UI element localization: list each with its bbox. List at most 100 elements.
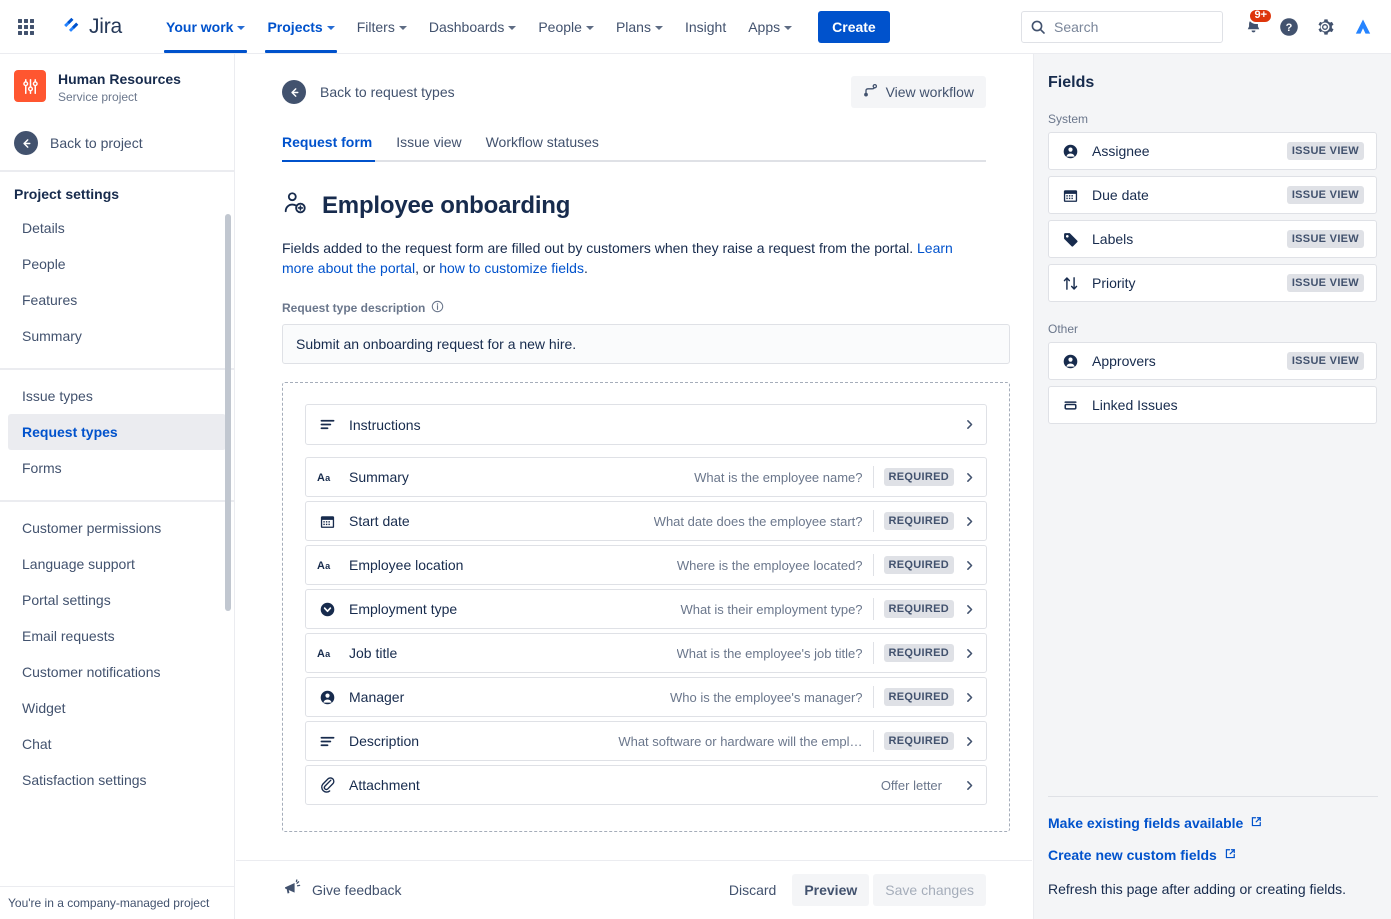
search-input[interactable] (1052, 12, 1222, 42)
discard-button[interactable]: Discard (717, 874, 788, 906)
paragraph-icon (317, 416, 337, 433)
chevron-right-icon[interactable] (962, 691, 976, 704)
megaphone-icon (282, 879, 302, 902)
sidebar-scrollbar[interactable] (225, 214, 231, 611)
chevron-right-icon[interactable] (962, 418, 976, 431)
chevron-right-icon[interactable] (962, 647, 976, 660)
form-field-name: Summary (349, 469, 409, 485)
sidebar-item-customer-notifications[interactable]: Customer notifications (8, 654, 226, 690)
settings-gear-button[interactable] (1309, 11, 1341, 43)
svg-text:a: a (325, 561, 331, 571)
form-field-description: Offer letter (881, 778, 952, 793)
field-item-labels[interactable]: Labels ISSUE VIEW (1048, 220, 1377, 258)
form-field-row-employee-location[interactable]: Aa Employee location Where is the employ… (305, 545, 987, 585)
sidebar-item-email-requests[interactable]: Email requests (8, 618, 226, 654)
request-type-description-input[interactable] (294, 335, 998, 353)
chevron-right-icon[interactable] (962, 779, 976, 792)
nav-item-filters[interactable]: Filters (347, 1, 417, 53)
fields-panel-footer: Make existing fields available Create ne… (1048, 778, 1378, 899)
customize-fields-link[interactable]: how to customize fields (439, 260, 584, 276)
chevron-right-icon[interactable] (962, 515, 976, 528)
refresh-note: Refresh this page after adding or creati… (1048, 879, 1378, 899)
give-feedback-button[interactable]: Give feedback (282, 879, 402, 902)
divider (873, 510, 874, 532)
form-field-row-summary[interactable]: Aa Summary What is the employee name? RE… (305, 457, 987, 497)
sidebar-item-chat[interactable]: Chat (8, 726, 226, 762)
sidebar-item-portal-settings[interactable]: Portal settings (8, 582, 226, 618)
fields-panel: Fields System Assignee ISSUE VIEW (1033, 54, 1391, 919)
nav-label: Projects (267, 19, 322, 35)
help-button[interactable]: ? (1273, 11, 1305, 43)
sidebar-item-details[interactable]: Details (8, 210, 226, 246)
tab-issue-view[interactable]: Issue view (387, 134, 470, 160)
request-type-description-label-text: Request type description (282, 301, 425, 315)
form-field-name: Attachment (349, 777, 420, 793)
sidebar-item-summary[interactable]: Summary (8, 318, 226, 354)
required-badge: REQUIRED (884, 644, 954, 662)
add-person-icon (282, 190, 308, 221)
back-to-request-types-link[interactable]: Back to request types (282, 80, 455, 104)
chevron-down-icon (655, 26, 663, 30)
preview-button[interactable]: Preview (792, 874, 869, 906)
field-item-linked-issues[interactable]: Linked Issues (1048, 386, 1377, 424)
sidebar-item-features[interactable]: Features (8, 282, 226, 318)
chevron-right-icon[interactable] (962, 559, 976, 572)
nav-item-your-work[interactable]: Your work (156, 1, 255, 53)
tab-request-form[interactable]: Request form (282, 134, 381, 160)
save-changes-button[interactable]: Save changes (873, 874, 986, 906)
nav-item-people[interactable]: People (528, 1, 604, 53)
back-to-project-link[interactable]: Back to project (8, 124, 226, 162)
chevron-right-icon[interactable] (962, 603, 976, 616)
project-avatar-icon (14, 70, 46, 102)
search-box[interactable] (1021, 11, 1223, 43)
issue-view-badge: ISSUE VIEW (1287, 186, 1364, 204)
chevron-right-icon[interactable] (962, 471, 976, 484)
profile-avatar[interactable] (1349, 13, 1377, 41)
chevron-down-icon (586, 26, 594, 30)
field-item-due-date[interactable]: Due date ISSUE VIEW (1048, 176, 1377, 214)
form-field-row-attachment[interactable]: Attachment Offer letter (305, 765, 987, 805)
sidebar-item-forms[interactable]: Forms (8, 450, 226, 486)
svg-text:A: A (317, 472, 325, 484)
app-switcher-icon[interactable] (10, 11, 42, 43)
nav-item-dashboards[interactable]: Dashboards (419, 1, 527, 53)
chevron-down-icon (327, 26, 335, 30)
nav-item-projects[interactable]: Projects (257, 1, 344, 53)
project-sidebar: Human Resources Service project Back to … (0, 54, 235, 919)
sidebar-item-customer-permissions[interactable]: Customer permissions (8, 510, 226, 546)
form-field-name: Employment type (349, 601, 457, 617)
field-item-approvers[interactable]: Approvers ISSUE VIEW (1048, 342, 1377, 380)
sidebar-item-satisfaction-settings[interactable]: Satisfaction settings (8, 762, 226, 798)
form-field-row-instructions[interactable]: Instructions (305, 404, 987, 445)
sidebar-item-widget[interactable]: Widget (8, 690, 226, 726)
form-field-row-manager[interactable]: Manager Who is the employee's manager? R… (305, 677, 987, 717)
nav-item-apps[interactable]: Apps (738, 1, 802, 53)
nav-label: Plans (616, 19, 651, 35)
field-item-assignee[interactable]: Assignee ISSUE VIEW (1048, 132, 1377, 170)
nav-item-plans[interactable]: Plans (606, 1, 673, 53)
person-icon (1060, 353, 1080, 370)
create-button[interactable]: Create (818, 11, 890, 43)
sidebar-item-request-types[interactable]: Request types (8, 414, 226, 450)
notifications-button[interactable]: 9+ (1237, 11, 1269, 43)
view-workflow-button[interactable]: View workflow (851, 76, 986, 108)
request-type-description-field[interactable] (282, 324, 1010, 364)
priority-icon (1060, 275, 1080, 292)
form-field-row-employment-type[interactable]: Employment type What is their employment… (305, 589, 987, 629)
sidebar-item-language-support[interactable]: Language support (8, 546, 226, 582)
sidebar-item-people[interactable]: People (8, 246, 226, 282)
field-item-priority[interactable]: Priority ISSUE VIEW (1048, 264, 1377, 302)
tab-workflow-statuses[interactable]: Workflow statuses (477, 134, 608, 160)
create-new-custom-fields-link[interactable]: Create new custom fields (1048, 847, 1378, 863)
make-existing-fields-available-link[interactable]: Make existing fields available (1048, 815, 1378, 831)
svg-text:A: A (317, 648, 325, 660)
form-field-row-description[interactable]: Description What software or hardware wi… (305, 721, 987, 761)
form-field-row-start-date[interactable]: Start date What date does the employee s… (305, 501, 987, 541)
form-field-row-job-title[interactable]: Aa Job title What is the employee's job … (305, 633, 987, 673)
project-header[interactable]: Human Resources Service project (0, 54, 234, 110)
nav-item-insight[interactable]: Insight (675, 1, 736, 53)
chevron-right-icon[interactable] (962, 735, 976, 748)
sidebar-item-issue-types[interactable]: Issue types (8, 378, 226, 414)
info-icon[interactable] (431, 300, 444, 316)
jira-home-link[interactable]: Jira (54, 9, 128, 44)
